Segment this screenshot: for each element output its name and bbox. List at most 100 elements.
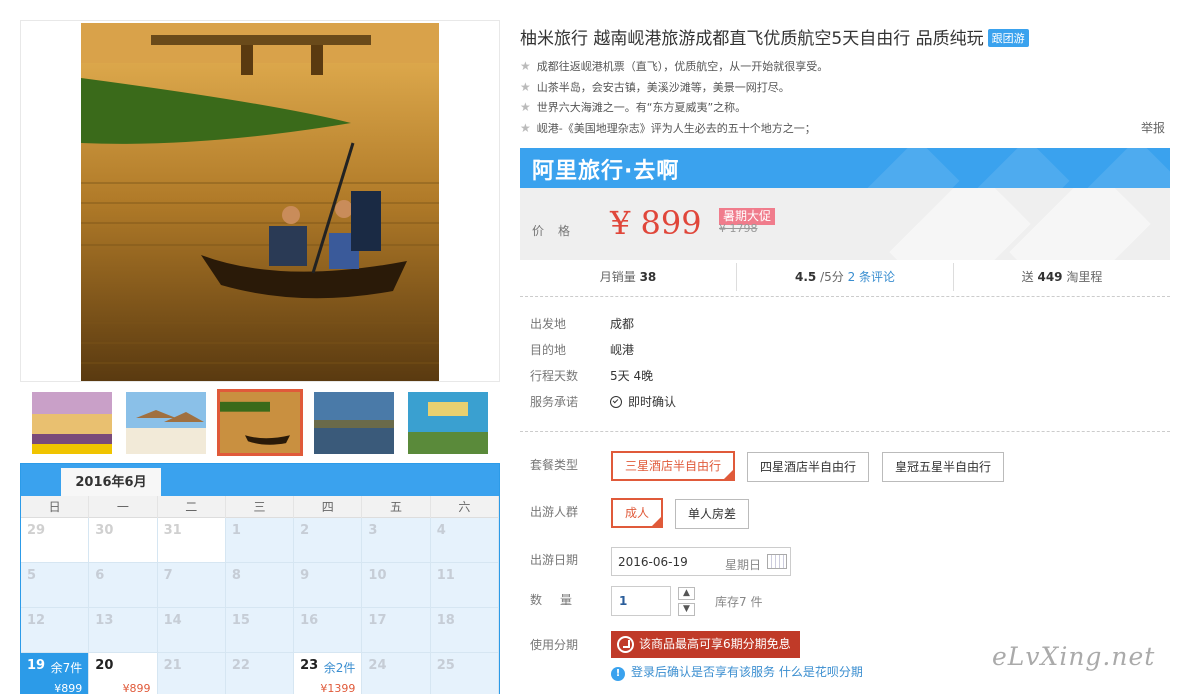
feature-text: 世界六大海滩之一。有“东方夏威夷”之称。	[536, 101, 747, 114]
thumbnail[interactable]	[408, 392, 488, 454]
calendar-day: 10	[362, 563, 431, 608]
stats-bar: 月销量 38 4.5 /5分 2 条评论 送 449 淘里程	[520, 263, 1170, 291]
info-value: 5天 4晚	[610, 369, 654, 383]
info-value: 成都	[610, 317, 635, 331]
product-title: 柚米旅行 越南岘港旅游成都直飞优质航空5天自由行 品质纯玩 跟团游	[520, 24, 1029, 49]
date-picker[interactable]: 2016-06-19 星期日	[611, 547, 791, 576]
day-number: 3	[368, 523, 378, 538]
calendar-day-available[interactable]: 23 余2件 ¥1399	[294, 653, 363, 694]
price-label: 价格	[532, 224, 585, 238]
miles-suffix: 淘里程	[1066, 270, 1103, 284]
calendar-icon[interactable]	[767, 554, 787, 569]
installment-banner[interactable]: 该商品最高可享6期分期免息	[611, 631, 800, 658]
day-number: 23	[300, 658, 319, 673]
day-price: ¥899	[54, 682, 83, 694]
info-service: 服务承诺 即时确认	[530, 393, 676, 410]
info-value: 岘港	[610, 343, 635, 357]
thumbnail-selected[interactable]	[217, 389, 303, 456]
feature-item: ★ 世界六大海滩之一。有“东方夏威夷”之称。	[520, 97, 1170, 118]
stock-count: 库存7 件	[715, 595, 763, 609]
thumbnail[interactable]	[314, 392, 394, 454]
day-number: 20	[95, 658, 114, 673]
thumbnail[interactable]	[126, 392, 206, 454]
weekday-label: 一	[89, 496, 158, 518]
current-price: ¥ 899	[610, 204, 702, 242]
divider	[520, 431, 1170, 432]
monthly-sales-value: 38	[639, 270, 657, 284]
day-number: 5	[27, 568, 37, 583]
calendar-day: 11	[430, 563, 499, 608]
package-option[interactable]: 皇冠五星半自由行	[882, 452, 1004, 482]
star-icon: ★	[520, 59, 531, 73]
quantity-label: 数量	[530, 593, 591, 607]
day-number: 9	[300, 568, 310, 583]
info-value: 即时确认	[628, 395, 677, 409]
login-notice-link[interactable]: 登录后确认是否享有该服务	[631, 665, 775, 679]
weekday-label: 二	[158, 496, 226, 518]
day-number: 10	[368, 568, 387, 583]
quantity-input[interactable]: 1	[611, 586, 671, 616]
day-number: 31	[163, 523, 182, 538]
calendar-day: 22	[225, 653, 295, 694]
package-option-selected[interactable]: 三星酒店半自由行	[611, 451, 735, 481]
check-icon	[610, 396, 622, 408]
thumbnail[interactable]	[32, 392, 112, 454]
day-number: 24	[368, 658, 387, 673]
calendar-day: 25	[430, 653, 499, 694]
group-option[interactable]: 单人房差	[675, 499, 749, 529]
brand-logo-text: 阿里旅行·去啊	[532, 159, 680, 184]
main-photo[interactable]	[81, 23, 439, 381]
star-icon: ★	[520, 100, 531, 114]
weekday-label: 六	[431, 496, 499, 518]
day-price: ¥1399	[320, 682, 356, 694]
day-stock: 余7件	[50, 661, 83, 675]
group-label: 出游人群	[530, 505, 579, 519]
info-key: 出发地	[530, 317, 567, 331]
product-gallery	[20, 20, 500, 382]
calendar-month-tab[interactable]: 2016年6月	[61, 468, 161, 496]
date-label: 出游日期	[530, 553, 579, 567]
tour-type-badge: 跟团游	[987, 29, 1029, 47]
original-price: ¥ 1798	[719, 222, 758, 235]
calendar-day: 12	[21, 608, 90, 653]
package-label: 套餐类型	[530, 458, 579, 472]
report-link[interactable]: 举报	[1141, 119, 1165, 136]
installment-label: 使用分期	[530, 638, 579, 652]
day-number: 12	[27, 613, 46, 628]
miles-value: 449	[1037, 270, 1063, 284]
quantity-increase-button[interactable]: ▲	[678, 587, 695, 600]
day-number: 2	[300, 523, 310, 538]
calendar-day: 21	[157, 653, 226, 694]
departure-calendar: 2016年6月 日 一 二 三 四 五 六 29 30 31 1 2 3 4 5…	[20, 463, 500, 694]
calendar-day-selected[interactable]: 19 余7件 ¥899	[21, 653, 90, 694]
day-number: 13	[95, 613, 114, 628]
feature-item: ★ 岘港-《美国地理杂志》评为人生必去的五十个地方之一；	[520, 118, 1170, 139]
calendar-day: 30	[89, 518, 158, 563]
quantity-decrease-button[interactable]: ▼	[678, 603, 695, 616]
weekday-label: 五	[362, 496, 431, 518]
calendar-day: 17	[362, 608, 431, 653]
info-key: 行程天数	[530, 369, 579, 383]
day-number: 25	[436, 658, 455, 673]
day-number: 14	[163, 613, 182, 628]
calendar-day: 4	[430, 518, 499, 563]
info-key: 服务承诺	[530, 395, 579, 409]
day-number: 1	[231, 523, 241, 538]
day-number: 17	[368, 613, 387, 628]
reviews-link[interactable]: 2 条评论	[848, 270, 895, 284]
calendar-day: 8	[225, 563, 295, 608]
group-option-selected[interactable]: 成人	[611, 498, 663, 528]
miles-reward: 送 449 淘里程	[954, 263, 1170, 291]
day-number: 11	[436, 568, 455, 583]
day-number: 4	[436, 523, 446, 538]
date-value: 2016-06-19	[618, 555, 688, 569]
feature-text: 岘港-《美国地理杂志》评为人生必去的五十个地方之一；	[536, 121, 816, 135]
what-is-huabei-link[interactable]: 什么是花呗分期	[779, 665, 863, 679]
weekday-label: 日	[21, 496, 90, 518]
star-icon: ★	[520, 120, 531, 135]
day-stock: 余2件	[323, 661, 356, 675]
package-option[interactable]: 四星酒店半自由行	[747, 452, 869, 482]
calendar-day-available[interactable]: 20 ¥899	[89, 653, 158, 694]
feature-list: ★ 成都往返岘港机票（直飞），优质航空，从一开始就很享受。 ★ 山茶半岛，会安古镇，…	[520, 56, 1170, 138]
info-departure: 出发地 成都	[530, 315, 634, 332]
